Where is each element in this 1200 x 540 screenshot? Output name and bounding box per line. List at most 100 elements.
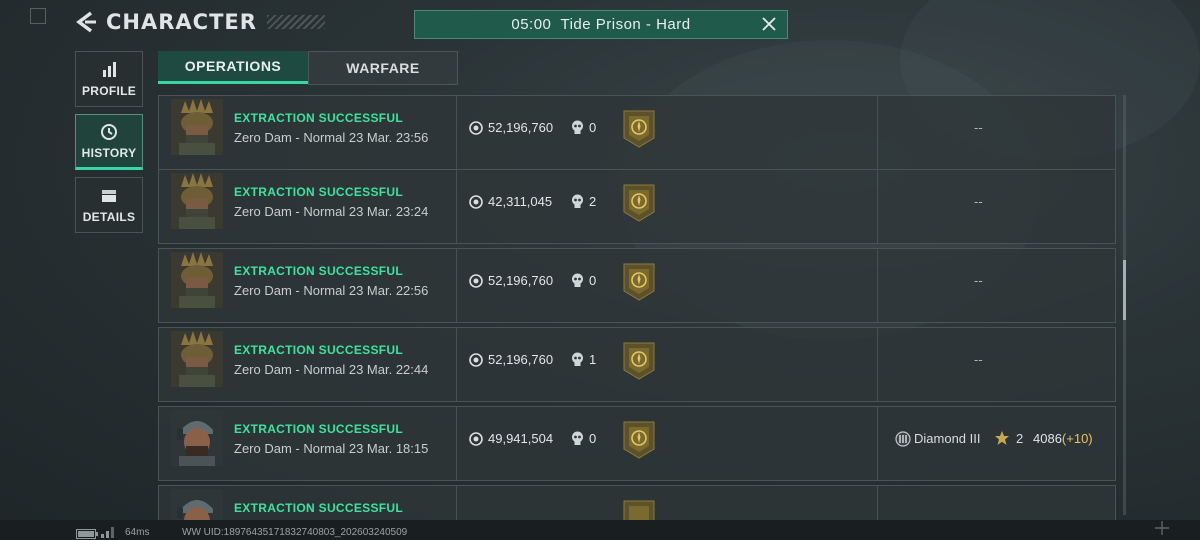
avatar-spiked-helmet-icon: [171, 252, 223, 308]
divider: [877, 249, 878, 322]
coin-icon: [469, 353, 483, 367]
battery-icon: [76, 529, 98, 539]
status-footer: 64ms WW UID:18976435171832740803_2026032…: [0, 520, 1200, 540]
loot-value: 52,196,760: [488, 273, 554, 288]
divider: [456, 249, 457, 322]
star-icon: [995, 431, 1009, 445]
rank-score: 4086(+10): [1033, 431, 1093, 446]
skull-icon: [572, 431, 583, 445]
nav-label: HISTORY: [81, 145, 137, 160]
history-list: EXTRACTION SUCCESSFUL Zero Dam - Normal …: [158, 95, 1116, 520]
avatar-spiked-helmet-icon: [171, 173, 223, 229]
match-banner[interactable]: 05:00 Tide Prison - Hard: [414, 10, 788, 39]
title-decoration: [266, 15, 325, 29]
coin-icon: [469, 274, 483, 288]
kill-count: 1: [589, 352, 597, 367]
skull-icon: [572, 194, 583, 208]
corner-marker: [30, 8, 46, 24]
avatar-spiked-helmet-icon: [171, 331, 223, 387]
tab-bar: OPERATIONS WARFARE: [158, 51, 458, 85]
loot-value: 42,311,045: [488, 194, 553, 209]
coin-icon: [469, 121, 483, 135]
folder-icon: [102, 189, 116, 202]
shield-badge-icon: [623, 263, 655, 301]
loot-value: 52,196,760: [488, 352, 554, 367]
rank-diamond-icon: [895, 431, 911, 447]
map-and-time: Zero Dam - Normal 23 Mar. 23:24: [234, 204, 429, 219]
skull-icon: [572, 273, 583, 287]
scroll-thumb[interactable]: [1123, 260, 1126, 320]
rank-placeholder: --: [974, 352, 983, 367]
map-and-time: Zero Dam - Normal 23 Mar. 23:56: [234, 130, 429, 145]
history-row[interactable]: EXTRACTION SUCCESSFUL Zero Dam - Normal …: [158, 248, 1116, 323]
nav-label: PROFILE: [81, 83, 137, 98]
kill-count: 0: [589, 431, 597, 446]
divider: [877, 486, 878, 520]
shield-badge-icon: [623, 500, 655, 520]
history-row[interactable]: EXTRACTION SUCCESSFUL Zero Dam - Normal …: [158, 95, 1116, 170]
history-row[interactable]: EXTRACTION SUCCESSFUL Zero Dam - Normal …: [158, 169, 1116, 244]
shield-badge-icon: [623, 184, 655, 222]
skull-icon: [572, 352, 583, 366]
nav-item-history[interactable]: HISTORY: [75, 114, 143, 170]
back-arrow-icon[interactable]: [76, 11, 98, 33]
extraction-status: EXTRACTION SUCCESSFUL: [234, 422, 403, 436]
extraction-status: EXTRACTION SUCCESSFUL: [234, 343, 403, 357]
signal-icon: [101, 527, 114, 538]
divider: [456, 407, 457, 480]
score-value: 4086: [1033, 431, 1062, 446]
rank-name: Diamond III: [914, 431, 981, 446]
user-uid: WW UID:18976435171832740803_202603240509: [182, 527, 408, 538]
history-row[interactable]: EXTRACTION SUCCESSFUL Zero Dam - Normal …: [158, 327, 1116, 402]
divider: [877, 170, 878, 243]
map-and-time: Zero Dam - Normal 23 Mar. 22:56: [234, 283, 429, 298]
star-count: 2: [1016, 431, 1024, 446]
avatar-cap-headset-icon: [171, 489, 223, 520]
nav-item-details[interactable]: DETAILS: [75, 177, 143, 233]
shield-badge-icon: [623, 110, 655, 148]
loot-value: 52,196,760: [488, 120, 554, 135]
divider: [456, 96, 457, 169]
loot-value: 49,941,504: [488, 431, 554, 446]
divider: [456, 486, 457, 520]
close-icon[interactable]: [759, 14, 779, 34]
extraction-status: EXTRACTION SUCCESSFUL: [234, 264, 403, 278]
history-row[interactable]: EXTRACTION SUCCESSFUL Zero Dam - Normal …: [158, 406, 1116, 481]
side-nav: PROFILE HISTORY DETAILS: [75, 51, 143, 240]
divider: [877, 96, 878, 169]
bar-chart-icon: [103, 61, 116, 77]
kill-count: 0: [589, 273, 597, 288]
coin-icon: [469, 432, 483, 446]
shield-badge-icon: [623, 421, 655, 459]
skull-icon: [572, 120, 583, 134]
nav-item-profile[interactable]: PROFILE: [75, 51, 143, 107]
divider: [877, 328, 878, 401]
divider: [877, 407, 878, 480]
map-and-time: Zero Dam - Normal 23 Mar. 22:44: [234, 362, 429, 377]
shield-badge-icon: [623, 342, 655, 380]
score-delta: (+10): [1061, 431, 1093, 446]
header: CHARACTER: [76, 10, 325, 34]
extraction-status: EXTRACTION SUCCESSFUL: [234, 501, 403, 515]
clock-history-icon: [101, 123, 117, 140]
map-and-time: Zero Dam - Normal 23 Mar. 18:15: [234, 441, 429, 456]
extraction-status: EXTRACTION SUCCESSFUL: [234, 111, 403, 125]
ping-readout: 64ms: [125, 527, 150, 538]
history-row[interactable]: EXTRACTION SUCCESSFUL: [158, 485, 1116, 520]
kill-count: 0: [589, 120, 597, 135]
avatar-spiked-helmet-icon: [171, 99, 223, 155]
divider: [456, 328, 457, 401]
page-title: CHARACTER: [106, 10, 257, 34]
tab-warfare[interactable]: WARFARE: [308, 51, 458, 85]
plus-icon[interactable]: [1154, 520, 1170, 536]
tab-operations[interactable]: OPERATIONS: [158, 51, 308, 84]
coin-icon: [469, 195, 483, 209]
scrollbar[interactable]: [1123, 95, 1126, 515]
extraction-status: EXTRACTION SUCCESSFUL: [234, 185, 403, 199]
rank-placeholder: --: [974, 120, 983, 135]
avatar-cap-headset-icon: [171, 410, 223, 466]
rank-placeholder: --: [974, 194, 983, 209]
match-banner-text: 05:00 Tide Prison - Hard: [511, 16, 691, 33]
rank-placeholder: --: [974, 273, 983, 288]
divider: [456, 170, 457, 243]
